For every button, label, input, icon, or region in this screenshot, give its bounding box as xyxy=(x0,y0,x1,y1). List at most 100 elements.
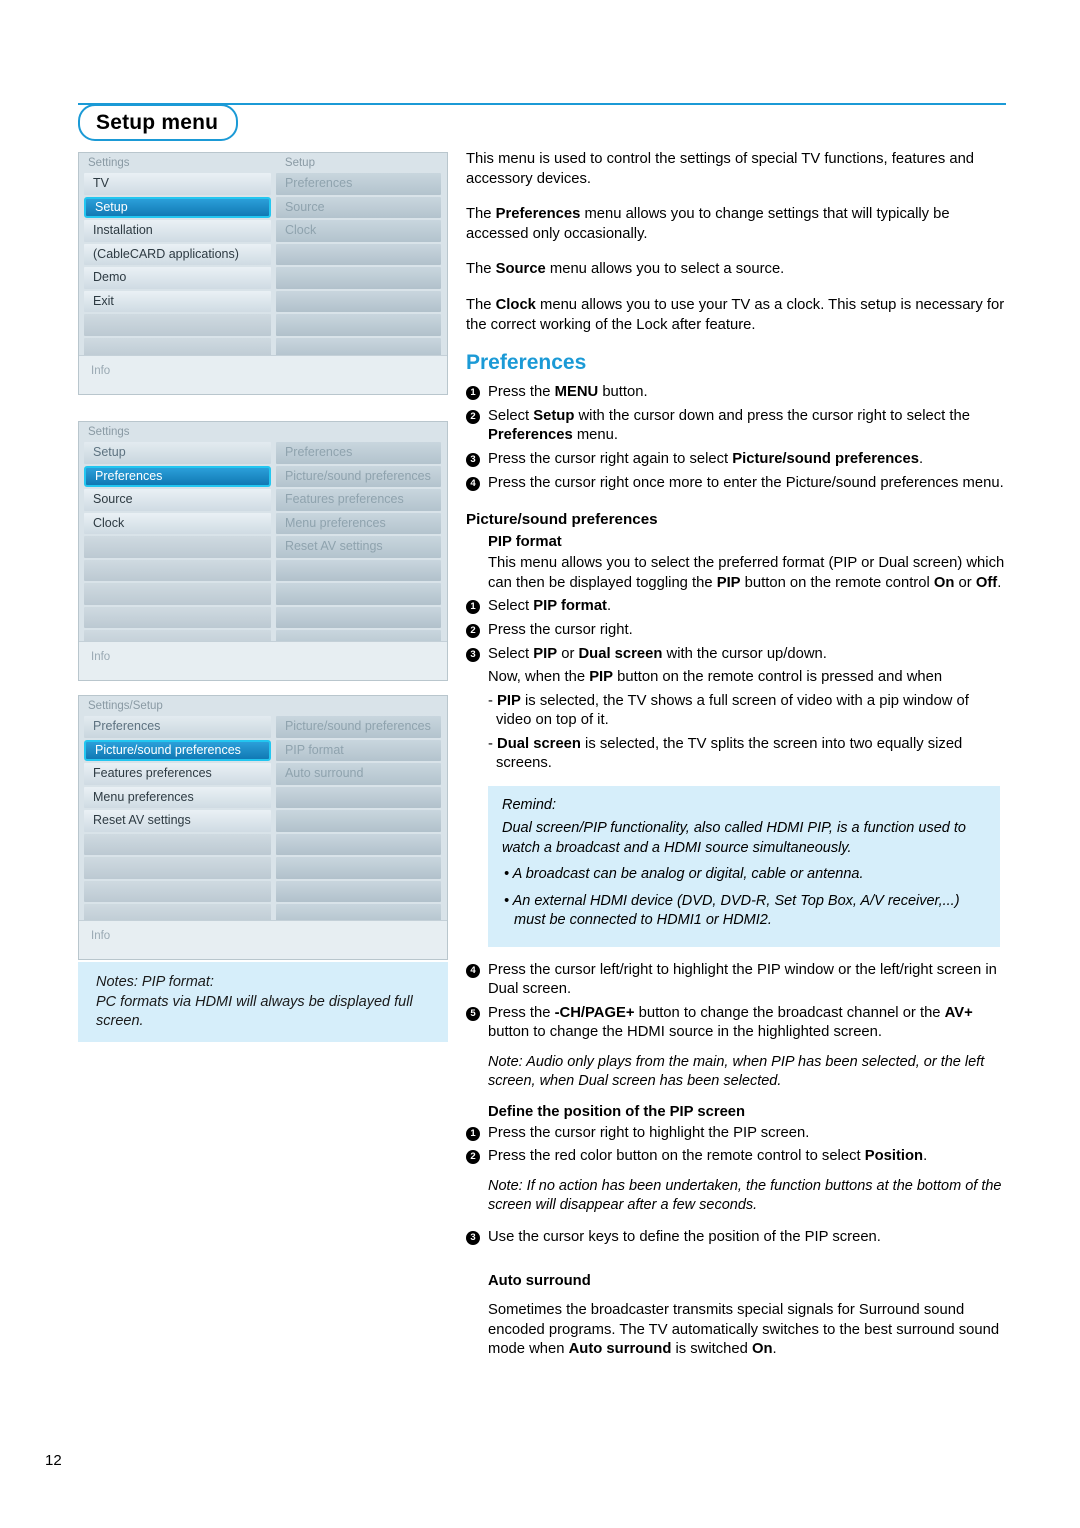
submenu-item-menu-preferences[interactable]: Menu preferences xyxy=(275,512,441,534)
menu-1-header-left: Settings xyxy=(88,157,130,169)
dash2-bold: Dual screen xyxy=(497,735,581,752)
step-text-pre: Select xyxy=(488,598,534,615)
step-text-pre: Press the cursor right again to select xyxy=(488,450,733,467)
intro-paragraph-4: The Clock menu allows you to use your TV… xyxy=(466,296,1006,335)
intro-paragraph-3: The Source menu allows you to select a s… xyxy=(466,260,1006,280)
step-text-bold-2: Preferences xyxy=(488,427,573,444)
step-text-bold-2: AV+ xyxy=(944,1004,973,1021)
submenu-item-picture-sound-preferences[interactable]: Picture/sound preferences xyxy=(275,465,441,487)
step-text-pre: Use the cursor keys to define the positi… xyxy=(488,1228,881,1245)
pip-step-5: 5 Press the -CH/PAGE+ button to change th… xyxy=(466,1004,1006,1043)
menu-item-picture-sound-preferences[interactable]: Picture/sound preferences xyxy=(84,739,271,761)
menu-item-blank xyxy=(84,857,271,879)
pip-intro-bold-2: On xyxy=(933,574,955,591)
menu-1-header: Settings Setup xyxy=(79,153,447,173)
menu-item-preferences[interactable]: Preferences xyxy=(84,716,271,738)
page-title-text: Setup menu xyxy=(96,110,219,134)
submenu-item-blank xyxy=(275,337,441,355)
menu-item-blank xyxy=(84,606,271,628)
note-audio: Note: Audio only plays from the main, wh… xyxy=(488,1053,985,1090)
tv-menu-screenshot-2: Settings Setup Preferences Source Clock … xyxy=(78,421,448,681)
submenu-item-source[interactable]: Source xyxy=(275,196,441,218)
menu-1-right-column: Preferences Source Clock xyxy=(275,173,447,355)
step-text-post: . xyxy=(923,1148,928,1165)
menu-item-menu-preferences[interactable]: Menu preferences xyxy=(84,786,271,808)
menu-item-features-preferences[interactable]: Features preferences xyxy=(84,763,271,785)
preferences-step-1: 1 Press the MENU button. xyxy=(466,383,1006,403)
submenu-item-blank xyxy=(275,314,441,336)
menu-item-blank xyxy=(84,559,271,581)
submenu-item-blank xyxy=(275,786,441,808)
menu-3-header: Settings/Setup xyxy=(79,696,447,716)
menu-item-blank xyxy=(84,904,271,920)
auto-surround-end: . xyxy=(772,1341,777,1358)
submenu-item-pip-format[interactable]: PIP format xyxy=(275,739,441,761)
pip-after-step3: Now, when the PIP button on the remote c… xyxy=(466,668,1006,688)
menu-item-blank xyxy=(84,337,271,355)
subheading-auto-surround: Auto surround xyxy=(488,1273,591,1290)
step-number: 3 xyxy=(466,1230,480,1245)
submenu-item-features-preferences[interactable]: Features preferences xyxy=(275,489,441,511)
step-text-bold: -CH/PAGE+ xyxy=(554,1004,635,1021)
submenu-item-preferences[interactable]: Preferences xyxy=(275,173,441,195)
menu-item-source[interactable]: Source xyxy=(84,489,271,511)
menu-3-left-column: Preferences Picture/sound preferences Fe… xyxy=(79,716,276,920)
intro-paragraph-1: This menu is used to control the setting… xyxy=(466,151,975,187)
step-text-post: button to change the HDMI source in the … xyxy=(488,1024,883,1041)
menu-item-setup[interactable]: Setup xyxy=(84,196,271,218)
menu-item-setup[interactable]: Setup xyxy=(84,442,271,464)
intro-p4-pre: The xyxy=(466,296,496,313)
menu-1-header-right: Setup xyxy=(284,157,315,169)
submenu-item-clock[interactable]: Clock xyxy=(275,220,441,242)
subheading-define-pip-position: Define the position of the PIP screen xyxy=(488,1103,746,1120)
step-text-post: with the cursor up/down. xyxy=(662,645,827,662)
submenu-item-blank xyxy=(275,290,441,312)
menu-item-clock[interactable]: Clock xyxy=(84,512,271,534)
remind-bullet-1: • A broadcast can be analog or digital, … xyxy=(504,866,864,883)
menu-item-demo[interactable]: Demo xyxy=(84,267,271,289)
menu-item-blank xyxy=(84,880,271,902)
pip-format-intro: This menu allows you to select the prefe… xyxy=(466,554,1006,593)
intro-p4-post: menu allows you to use your TV as a cloc… xyxy=(466,296,1005,333)
intro-p3-bold: Source xyxy=(495,261,546,278)
step-number: 3 xyxy=(466,452,480,467)
pip-intro-mid: button on the remote control xyxy=(740,574,934,591)
step-number: 5 xyxy=(466,1006,480,1021)
auto-surround-text: Sometimes the broadcaster transmits spec… xyxy=(466,1301,1006,1360)
step-text-pre: Press the xyxy=(488,1004,555,1021)
auto-surround-bold-1: Auto surround xyxy=(568,1341,672,1358)
menu-2-header: Settings xyxy=(79,422,447,442)
menu-item-reset-av-settings[interactable]: Reset AV settings xyxy=(84,810,271,832)
step-text-pre: Press the xyxy=(488,384,555,401)
section-heading-preferences: Preferences xyxy=(466,351,587,375)
page-title: Setup menu xyxy=(78,104,239,141)
menu-1-body: Settings Setup TV Setup Installation (Ca… xyxy=(79,153,447,355)
step-number: 2 xyxy=(466,623,480,638)
submenu-item-blank xyxy=(275,243,441,265)
submenu-item-blank xyxy=(275,583,441,605)
info-label: Info xyxy=(91,365,111,377)
menu-item-preferences[interactable]: Preferences xyxy=(84,465,271,487)
menu-item-cablecard-applications[interactable]: (CableCARD applications) xyxy=(84,243,271,265)
menu-item-tv[interactable]: TV xyxy=(84,173,271,195)
menu-2-info-bar: Info xyxy=(79,641,447,680)
menu-1-left-column: TV Setup Installation (CableCARD applica… xyxy=(79,173,276,355)
submenu-item-auto-surround[interactable]: Auto surround xyxy=(275,763,441,785)
menu-item-exit[interactable]: Exit xyxy=(84,290,271,312)
page-number: 12 xyxy=(45,1452,62,1469)
step-number: 2 xyxy=(466,1150,480,1165)
intro-p2-bold: Preferences xyxy=(495,206,581,223)
step-number: 3 xyxy=(466,647,480,662)
menu-item-blank xyxy=(84,630,271,641)
after-step3-post: button on the remote control is pressed … xyxy=(613,669,943,686)
submenu-item-reset-av-settings[interactable]: Reset AV settings xyxy=(275,536,441,558)
after-step3-pre: Now, when the xyxy=(488,669,590,686)
menu-item-installation[interactable]: Installation xyxy=(84,220,271,242)
manual-page: Setup menu Settings Setup TV Setup Insta… xyxy=(0,0,1080,1528)
step-text-mid: with the cursor down and press the curso… xyxy=(574,407,970,424)
intro-p2-pre: The xyxy=(466,206,496,223)
step-text-post: menu. xyxy=(572,427,618,444)
step-number: 4 xyxy=(466,963,480,978)
auto-surround-mid: is switched xyxy=(671,1341,752,1358)
step-text: Press the cursor left/right to highlight… xyxy=(488,961,997,998)
